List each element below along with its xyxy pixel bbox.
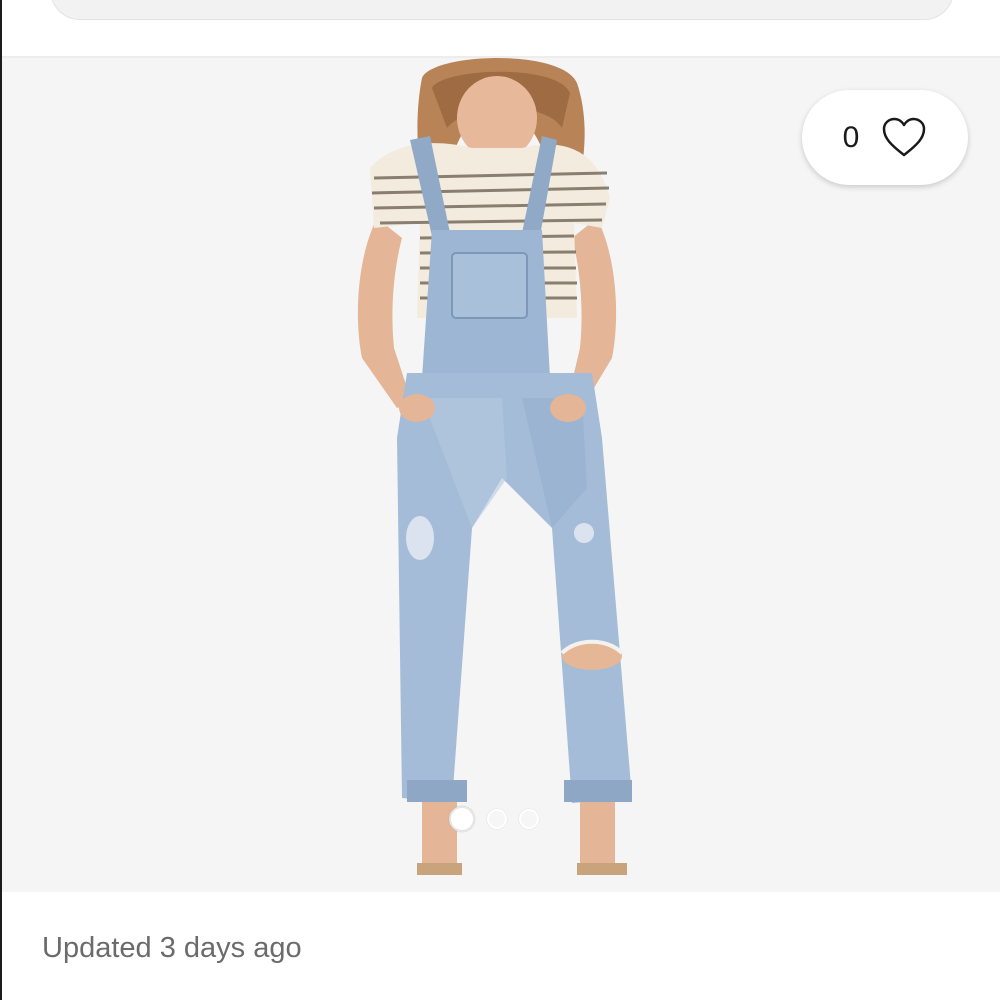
like-button[interactable]: 0 — [802, 90, 968, 185]
search-bar[interactable] — [50, 0, 954, 20]
carousel-dot-2[interactable] — [487, 809, 507, 829]
updated-timestamp: Updated 3 days ago — [42, 932, 302, 964]
carousel-indicator — [449, 806, 539, 832]
like-count: 0 — [842, 120, 860, 154]
heart-outline-icon — [883, 117, 926, 156]
listing-screen: 0 Updated 3 days ago — [0, 0, 1000, 1000]
carousel-dot-3[interactable] — [519, 809, 539, 829]
carousel-dot-1[interactable] — [449, 806, 475, 832]
